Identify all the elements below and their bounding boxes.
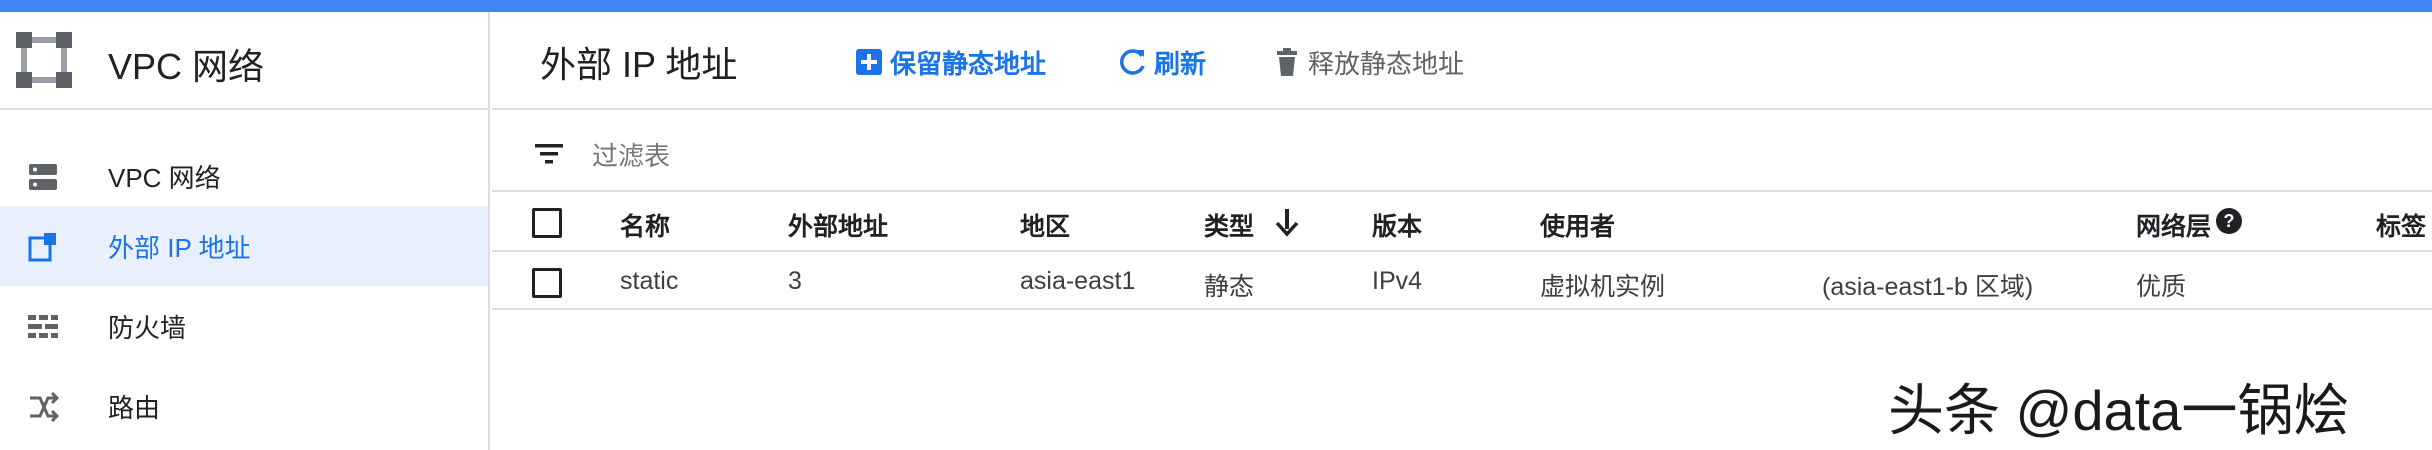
- filter-list-icon[interactable]: [532, 136, 566, 170]
- reserve-static-address-button[interactable]: 保留静态地址: [854, 42, 1046, 82]
- cell-version: IPv4: [1372, 267, 1423, 295]
- cell-address: 3: [788, 267, 802, 295]
- watermark: 头条 @data一锅烩: [1888, 379, 2350, 442]
- sidebar-item-routes[interactable]: 路由: [0, 366, 488, 446]
- add-box-icon: [856, 49, 882, 75]
- page-header: 外部 IP 地址 保留静态地址 刷新 释放静态地址: [492, 12, 2432, 110]
- table-row[interactable]: static 3 asia-east1 静态 IPv4 虚拟机实例 inst (…: [492, 252, 2432, 310]
- network-list-icon: [29, 164, 57, 190]
- column-header-region[interactable]: 地区: [1020, 207, 1070, 243]
- column-header-user[interactable]: 使用者: [1540, 207, 1615, 243]
- column-header-address[interactable]: 外部地址: [788, 207, 888, 243]
- cell-user-zone: (asia-east1-b 区域): [1822, 273, 2034, 301]
- firewall-icon: [28, 315, 58, 338]
- help-icon[interactable]: ?: [2214, 206, 2244, 236]
- reserve-static-address-label: 保留静态地址: [890, 48, 1047, 79]
- table-header: 名称 外部地址 地区 类型 版本 使用者 网络层 ? 标签: [492, 192, 2432, 252]
- select-all-checkbox[interactable]: [532, 208, 562, 238]
- sidebar-item-external-ip[interactable]: 外部 IP 地址: [0, 206, 488, 286]
- top-accent-bar: [0, 0, 2432, 12]
- column-header-tier[interactable]: 网络层: [2136, 207, 2211, 243]
- sidebar: VPC 网络 VPC 网络 外部 IP 地址 防火墙 路由: [0, 12, 490, 450]
- cell-type: 静态: [1204, 273, 1255, 301]
- row-checkbox[interactable]: [532, 268, 562, 298]
- cell-tier: 优质: [2136, 273, 2187, 301]
- cell-name: static: [620, 267, 679, 295]
- refresh-icon: [1120, 49, 1145, 75]
- sidebar-item-label: 路由: [108, 393, 161, 423]
- trash-icon: [1277, 48, 1297, 76]
- sidebar-item-vpc-networks[interactable]: VPC 网络: [0, 136, 488, 216]
- release-static-address-label: 释放静态地址: [1308, 48, 1465, 79]
- svg-text:?: ?: [2224, 211, 2235, 231]
- page-title: 外部 IP 地址: [540, 44, 738, 85]
- filter-input-placeholder[interactable]: 过滤表: [592, 136, 670, 173]
- refresh-button[interactable]: 刷新: [1118, 42, 1206, 82]
- external-ip-icon: [28, 233, 56, 262]
- release-static-address-button[interactable]: 释放静态地址: [1272, 42, 1464, 82]
- redaction-mask: [828, 254, 978, 306]
- routes-icon: [30, 391, 60, 423]
- sidebar-item-label: 外部 IP 地址: [108, 233, 251, 263]
- cell-region: asia-east1: [1020, 267, 1136, 295]
- column-header-type[interactable]: 类型: [1204, 207, 1254, 243]
- sidebar-item-label: VPC 网络: [108, 163, 221, 193]
- vpc-network-logo-icon: [16, 32, 72, 88]
- sidebar-title: VPC 网络: [108, 46, 265, 87]
- column-header-version[interactable]: 版本: [1372, 207, 1422, 243]
- sidebar-item-firewall[interactable]: 防火墙: [0, 286, 488, 366]
- refresh-label: 刷新: [1154, 48, 1207, 79]
- sidebar-item-label: 防火墙: [108, 313, 187, 343]
- column-header-name[interactable]: 名称: [620, 207, 670, 243]
- cell-user-prefix: 虚拟机实例: [1540, 273, 1666, 301]
- sort-descending-icon[interactable]: [1274, 206, 1300, 238]
- sidebar-header: VPC 网络: [0, 12, 488, 110]
- column-header-labels[interactable]: 标签: [2376, 207, 2426, 243]
- filter-bar[interactable]: 过滤表: [492, 112, 2432, 192]
- redaction-mask: [1672, 254, 1772, 306]
